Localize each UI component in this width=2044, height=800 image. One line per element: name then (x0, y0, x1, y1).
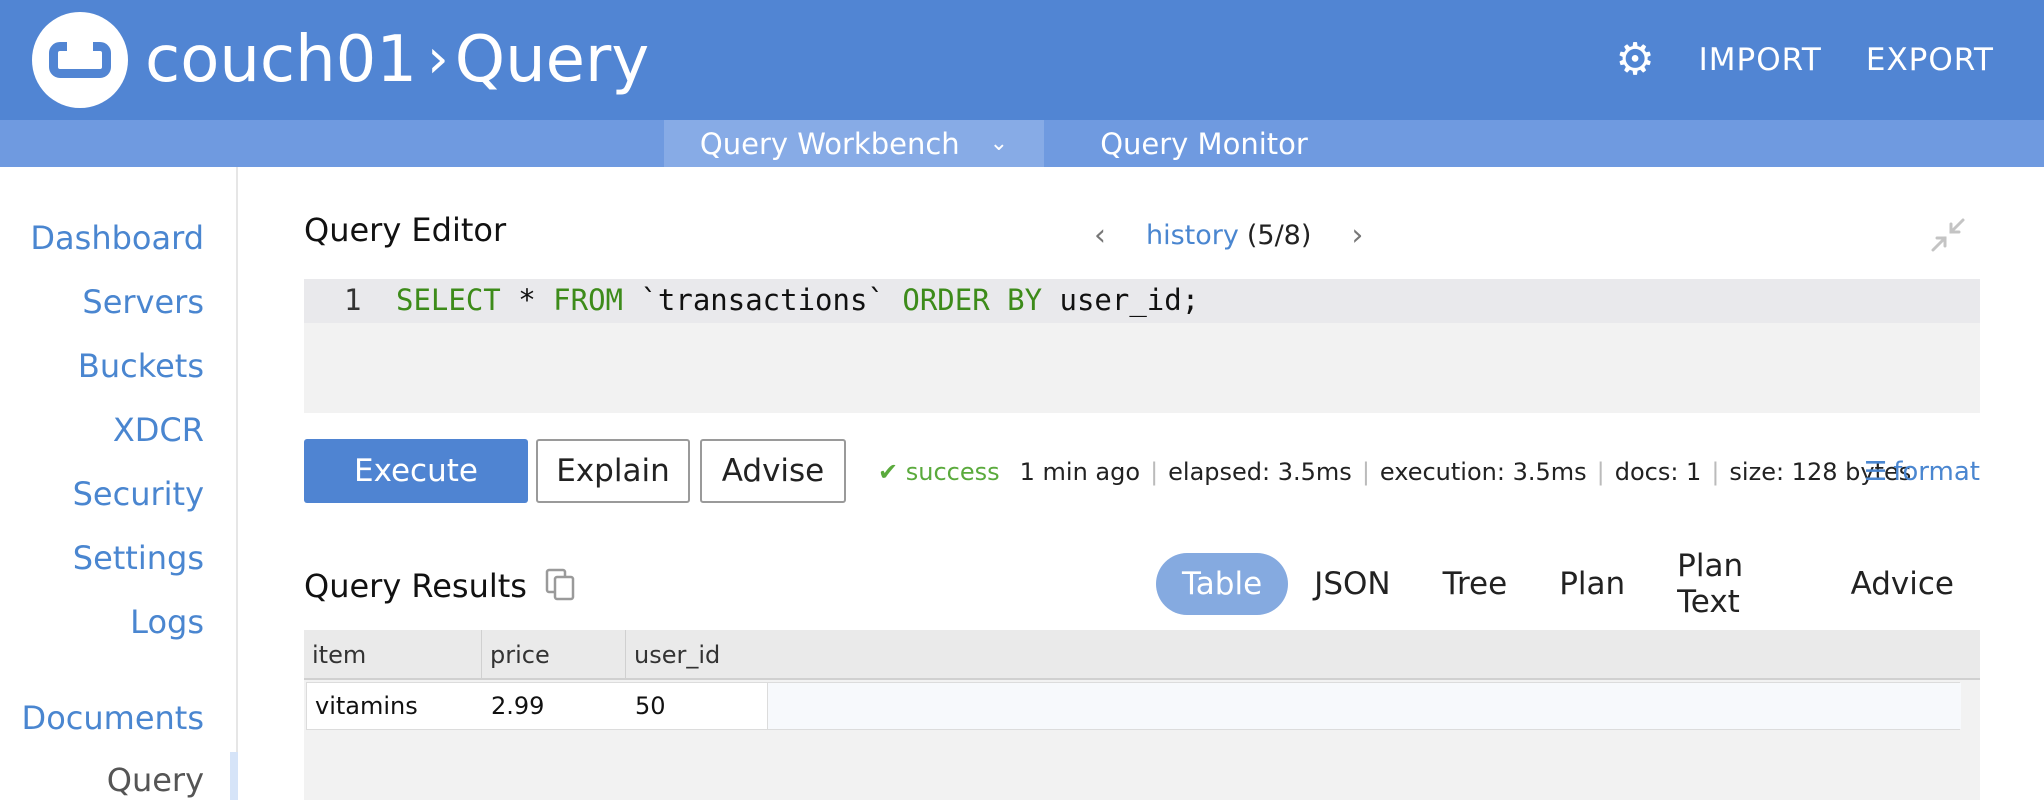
sidebar-item-buckets[interactable]: Buckets (78, 347, 204, 385)
sidebar-item-documents[interactable]: Documents (22, 699, 204, 737)
format-button[interactable]: ☰ format (1864, 452, 1980, 492)
sidebar: Dashboard Servers Buckets XDCR Security … (0, 167, 238, 800)
sidebar-item-query[interactable]: Query (107, 761, 204, 799)
keyword-select: SELECT (396, 283, 501, 317)
import-button[interactable]: IMPORT (1699, 42, 1822, 78)
results-view-tabs: Table JSON Tree Plan Plan Text Advice (1156, 548, 1980, 620)
history-navigator: ‹ history (5/8) › (1094, 215, 1363, 255)
tab-query-workbench-label: Query Workbench (699, 126, 960, 161)
cell-user-id[interactable]: 50 (627, 683, 767, 729)
history-count: (5/8) (1246, 219, 1312, 251)
query-code[interactable]: SELECT * FROM `transactions` ORDER BY us… (396, 283, 1199, 317)
code-token: * (500, 283, 554, 317)
column-header-price[interactable]: price (482, 630, 626, 680)
gear-icon[interactable]: ⚙ (1615, 38, 1654, 82)
status-time: 1 min ago (1019, 458, 1141, 486)
breadcrumb-separator-icon: › (427, 27, 449, 90)
status-elapsed: elapsed: 3.5ms (1168, 458, 1352, 486)
tab-plan-text[interactable]: Plan Text (1651, 548, 1824, 620)
chevron-down-icon[interactable]: ⌄ (990, 131, 1008, 156)
tab-query-monitor[interactable]: Query Monitor (1044, 120, 1364, 167)
sidebar-item-dashboard[interactable]: Dashboard (30, 219, 204, 257)
format-lines-icon: ☰ (1863, 457, 1888, 487)
line-number: 1 (344, 283, 362, 317)
page-title: couch01 ›Query (145, 14, 649, 105)
execute-button[interactable]: Execute (304, 439, 528, 503)
copy-icon[interactable] (544, 567, 576, 601)
main-content: Query Editor ‹ history (5/8) › 1 SELECT … (304, 167, 1980, 800)
status-success: ✔ success (878, 458, 1000, 486)
tab-table[interactable]: Table (1156, 553, 1289, 615)
tab-json[interactable]: JSON (1288, 553, 1416, 615)
query-editor[interactable]: 1 SELECT * FROM `transactions` ORDER BY … (304, 279, 1980, 413)
explain-button[interactable]: Explain (536, 439, 690, 503)
sidebar-item-logs[interactable]: Logs (130, 603, 204, 641)
divider: | (1596, 458, 1605, 486)
results-table: item price user_id vitamins 2.99 50 (304, 630, 1980, 800)
query-status: ✔ success 1 min ago | elapsed: 3.5ms | e… (878, 452, 1911, 492)
tab-query-workbench[interactable]: Query Workbench ⌄ (664, 120, 1044, 167)
export-button[interactable]: EXPORT (1866, 42, 1994, 78)
query-editor-title: Query Editor (304, 211, 507, 249)
status-docs: docs: 1 (1614, 458, 1702, 486)
cell-item[interactable]: vitamins (307, 683, 483, 729)
divider: | (1150, 458, 1159, 486)
divider: | (1711, 458, 1720, 486)
advise-button[interactable]: Advise (700, 439, 846, 503)
sidebar-active-indicator (230, 752, 238, 800)
column-header-item[interactable]: item (304, 630, 482, 680)
column-header-user-id[interactable]: user_id (626, 630, 766, 680)
tab-tree[interactable]: Tree (1417, 553, 1534, 615)
sidebar-item-settings[interactable]: Settings (73, 539, 204, 577)
divider: | (1361, 458, 1370, 486)
cluster-name[interactable]: couch01 (145, 23, 417, 97)
table-row[interactable]: vitamins 2.99 50 (306, 682, 1961, 730)
history-link[interactable]: history (1146, 220, 1239, 251)
tab-query-monitor-label: Query Monitor (1100, 126, 1308, 161)
tab-advice[interactable]: Advice (1825, 553, 1980, 615)
top-bar: couch01 ›Query ⚙ IMPORT EXPORT (0, 0, 2044, 120)
keyword-order-by: ORDER BY (902, 283, 1043, 317)
page-name: Query (454, 23, 650, 97)
cell-price[interactable]: 2.99 (483, 683, 627, 729)
sidebar-item-xdcr[interactable]: XDCR (113, 411, 204, 449)
code-token: user_id; (1042, 283, 1200, 317)
couchbase-logo-icon[interactable] (32, 12, 128, 108)
chevron-right-icon[interactable]: › (1351, 218, 1363, 253)
collapse-icon[interactable] (1930, 217, 1966, 253)
chevron-left-icon[interactable]: ‹ (1094, 218, 1106, 253)
sidebar-item-security[interactable]: Security (73, 475, 204, 513)
keyword-from: FROM (553, 283, 623, 317)
tab-plan[interactable]: Plan (1533, 553, 1651, 615)
sidebar-item-servers[interactable]: Servers (82, 283, 204, 321)
table-header: item price user_id (304, 630, 1980, 680)
status-text: success (905, 458, 1000, 486)
query-results-title: Query Results (304, 567, 527, 605)
row-filler (767, 683, 1961, 729)
status-execution: execution: 3.5ms (1379, 458, 1587, 486)
format-label: format (1893, 457, 1980, 487)
code-token: `transactions` (623, 283, 903, 317)
header-actions: ⚙ IMPORT EXPORT (1615, 30, 1994, 90)
sub-navigation: Query Workbench ⌄ Query Monitor (0, 120, 2044, 167)
